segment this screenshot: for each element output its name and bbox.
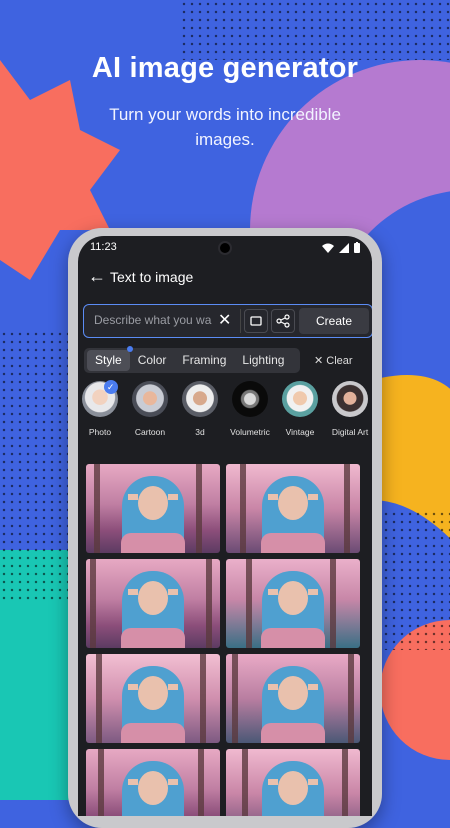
style-thumbnail <box>332 381 368 417</box>
divider <box>240 309 241 333</box>
close-icon: ✕ <box>314 355 324 367</box>
tab-color[interactable]: Color <box>130 350 175 371</box>
generated-image[interactable] <box>86 654 220 743</box>
status-icons <box>322 242 360 253</box>
signal-icon <box>339 242 349 253</box>
wifi-icon <box>322 243 334 253</box>
style-thumbnail <box>132 381 168 417</box>
dot-pattern-left <box>0 330 70 600</box>
dot-pattern-top <box>180 0 450 60</box>
prompt-bar: ✕ Create <box>83 304 372 338</box>
clear-button[interactable]: ✕ Clear <box>314 354 353 367</box>
generated-image[interactable] <box>226 749 360 816</box>
tab-lighting[interactable]: Lighting <box>234 350 292 371</box>
dot-pattern-right <box>382 510 450 650</box>
clear-label: Clear <box>326 355 353 367</box>
clear-input-icon[interactable]: ✕ <box>218 310 231 330</box>
generated-image[interactable] <box>86 464 220 553</box>
tab-framing[interactable]: Framing <box>174 350 234 371</box>
generated-image[interactable] <box>86 749 220 816</box>
status-bar: 11:23 <box>78 236 372 260</box>
results-grid <box>86 464 360 816</box>
aspect-ratio-icon <box>250 316 262 326</box>
generated-image[interactable] <box>226 559 360 648</box>
subtitle-line: Turn your words into incredible <box>109 105 341 124</box>
app-bar: ← Text to image <box>78 264 372 296</box>
style-thumbnail <box>182 381 218 417</box>
subtitle-line: images. <box>195 130 255 149</box>
generated-image[interactable] <box>86 559 220 648</box>
front-camera <box>218 241 232 255</box>
battery-icon <box>354 242 360 253</box>
style-options: ✓ Photo Cartoon 3d Volumetric Vintage Di… <box>78 380 372 441</box>
tab-style[interactable]: Style <box>87 346 133 371</box>
status-time: 11:23 <box>90 241 117 253</box>
generated-image[interactable] <box>226 654 360 743</box>
page-title: AI image generator <box>91 52 359 84</box>
aspect-ratio-button[interactable] <box>244 309 268 333</box>
check-icon: ✓ <box>103 380 118 394</box>
style-thumbnail <box>282 381 318 417</box>
style-thumbnail <box>232 381 268 417</box>
settings-tabs: Style Color Framing Lighting <box>84 346 300 373</box>
share-button[interactable] <box>271 309 295 333</box>
screen-title: Text to image <box>110 269 194 285</box>
phone-screen: 11:23 ← Text to image ✕ Create Style Col… <box>78 236 372 816</box>
style-option-digital-art[interactable]: Digital Art <box>320 381 372 437</box>
create-button[interactable]: Create <box>299 308 369 334</box>
style-label: Digital Art <box>331 427 369 437</box>
share-icon <box>276 314 290 328</box>
page-subtitle: Turn your words into incredible images. <box>0 102 450 152</box>
generated-image[interactable] <box>226 464 360 553</box>
prompt-input[interactable] <box>92 312 214 328</box>
back-arrow-icon[interactable]: ← <box>88 266 106 287</box>
